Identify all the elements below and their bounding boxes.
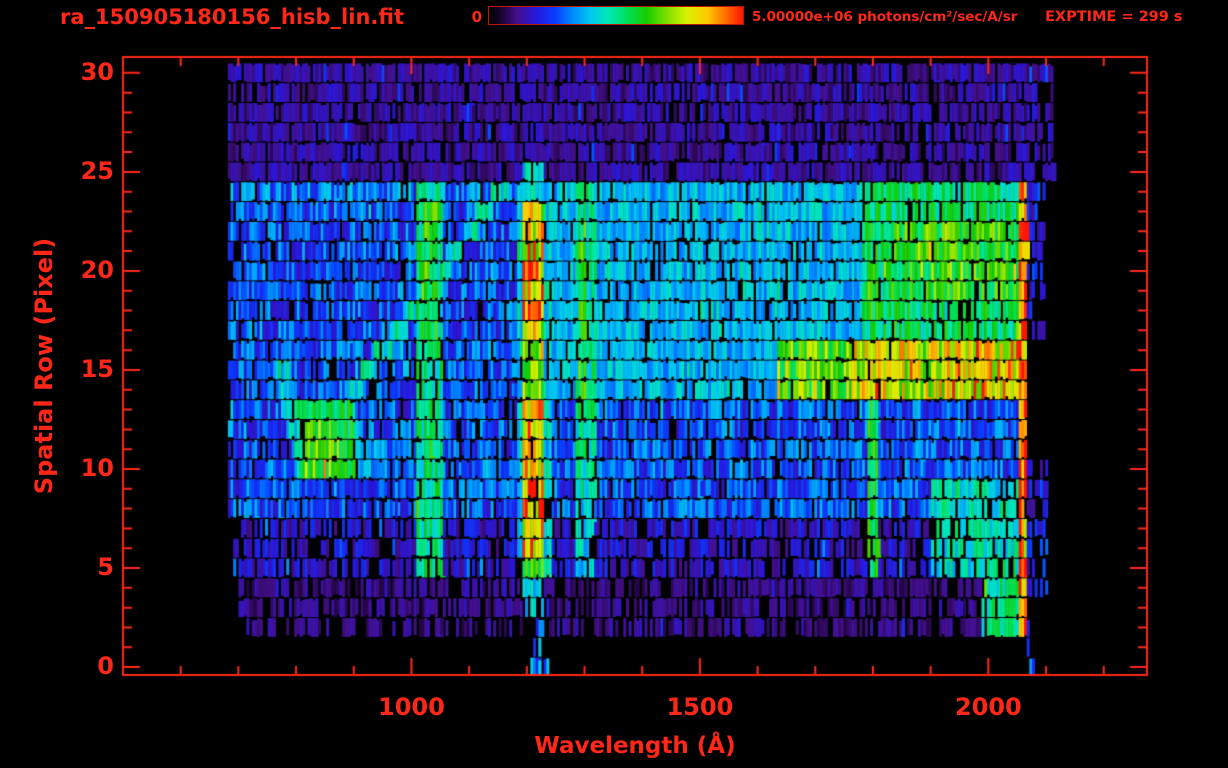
- y-tick-label: 25: [80, 156, 114, 185]
- y-tick-label: 15: [80, 354, 114, 383]
- fits-viewer-window: ra_150905180156_hisb_lin.fit 0 5.00000e+…: [0, 0, 1228, 768]
- y-axis-label: Spatial Row (Pixel): [30, 237, 58, 495]
- colorbar-min-label: 0: [471, 8, 482, 26]
- colorbar-max-label: 5.00000e+06 photons/cm²/sec/A/sr: [752, 9, 1018, 25]
- spectrogram-heatmap-canvas: [0, 0, 1228, 768]
- x-axis-label: Wavelength (Å): [534, 733, 736, 759]
- x-tick-label: 1000: [378, 693, 445, 721]
- y-tick-label: 10: [80, 454, 114, 482]
- y-tick-label: 20: [80, 255, 114, 284]
- exptime-label: EXPTIME = 299 s: [1045, 9, 1183, 25]
- x-tick-label: 2000: [954, 693, 1022, 721]
- colorbar-gradient: [488, 6, 744, 25]
- file-title: ra_150905180156_hisb_lin.fit: [60, 5, 404, 29]
- x-tick-label: 1500: [666, 693, 734, 721]
- y-tick-label: 30: [80, 57, 114, 86]
- y-tick-label: 0: [97, 652, 114, 681]
- y-tick-label: 5: [97, 553, 114, 582]
